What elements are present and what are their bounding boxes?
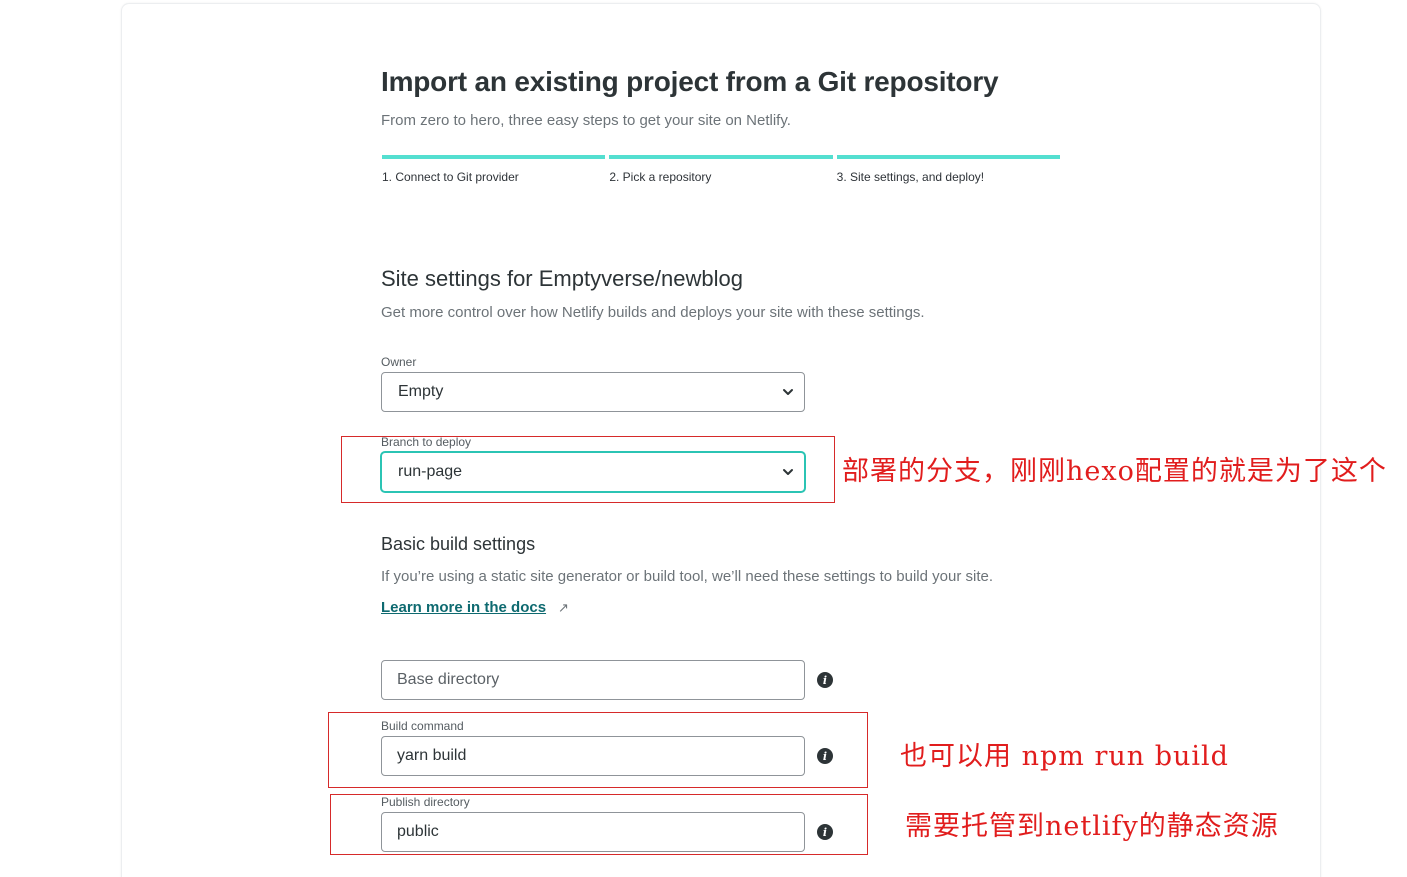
branch-select[interactable]: run-page	[381, 452, 805, 492]
publish-directory-label: Publish directory	[381, 795, 470, 809]
info-icon[interactable]: i	[817, 672, 833, 688]
external-link-icon: ↗	[558, 600, 569, 615]
step-pick-repo: 2. Pick a repository	[609, 155, 833, 195]
publish-directory-input[interactable]: public	[381, 812, 805, 852]
chevron-down-icon	[783, 389, 793, 395]
build-command-value: yarn build	[397, 747, 467, 764]
step-site-settings: 3. Site settings, and deploy!	[836, 155, 1060, 195]
info-icon[interactable]: i	[817, 748, 833, 764]
publish-directory-annotation: 需要托管到netlify的静态资源	[905, 811, 1279, 842]
page-title: Import an existing project from a Git re…	[381, 66, 999, 97]
step-indicator: 1. Connect to Git provider 2. Pick a rep…	[382, 155, 1060, 195]
branch-label: Branch to deploy	[381, 435, 472, 449]
base-directory-input[interactable]: Base directory	[381, 660, 805, 700]
build-command-annotation: 也可以用 npm run build	[900, 741, 1229, 772]
build-command-label: Build command	[381, 719, 464, 733]
info-icon[interactable]: i	[817, 824, 833, 840]
owner-select[interactable]: Empty	[381, 372, 805, 412]
owner-label: Owner	[381, 355, 417, 369]
base-directory-placeholder: Base directory	[397, 671, 500, 688]
docs-link[interactable]: Learn more in the docs	[381, 599, 546, 616]
site-settings-title: Site settings for Emptyverse/newblog	[381, 266, 743, 291]
publish-directory-value: public	[397, 823, 439, 840]
build-command-input[interactable]: yarn build	[381, 736, 805, 776]
build-settings-title: Basic build settings	[381, 534, 536, 554]
build-settings-subtitle: If you’re using a static site generator …	[381, 568, 994, 585]
owner-value: Empty	[398, 383, 444, 400]
step-connect: 1. Connect to Git provider	[382, 155, 606, 195]
chevron-down-icon	[783, 469, 793, 475]
page-subtitle: From zero to hero, three easy steps to g…	[381, 112, 791, 129]
branch-value: run-page	[398, 463, 463, 480]
branch-annotation: 部署的分支，刚刚hexo配置的就是为了这个	[842, 456, 1387, 487]
site-settings-subtitle: Get more control over how Netlify builds…	[381, 304, 925, 321]
